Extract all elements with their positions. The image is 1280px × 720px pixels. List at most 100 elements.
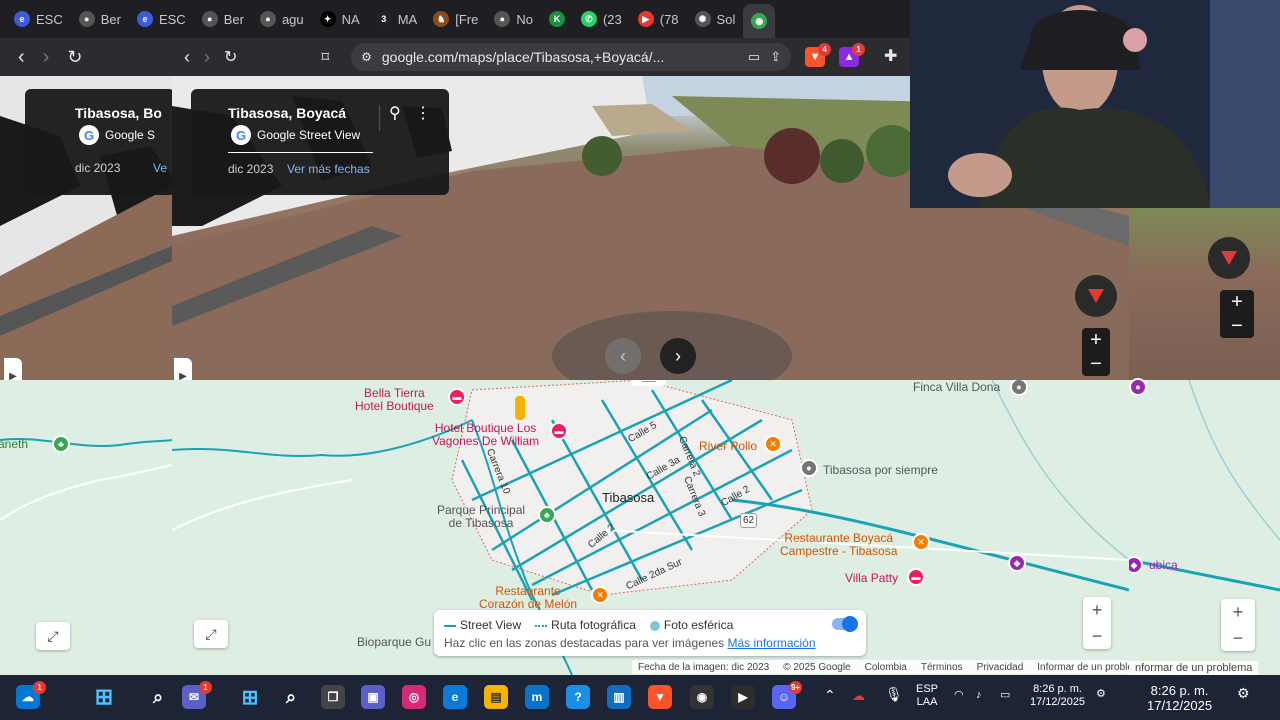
reload-icon[interactable]: ↻ bbox=[224, 47, 237, 67]
browser-tab[interactable]: 3 MA bbox=[368, 0, 426, 38]
tray-app-icon[interactable]: ☁ bbox=[852, 689, 865, 702]
left-street-view[interactable]: Tibasosa, Bo G Google S dic 2023 Ve bbox=[0, 76, 172, 380]
app-icon[interactable]: m bbox=[525, 685, 549, 709]
tray-overflow-icon[interactable]: ⌃ bbox=[824, 688, 836, 702]
browser-tab[interactable]: ◉ bbox=[743, 4, 776, 38]
brave-rewards-icon[interactable]: ▲ 1 bbox=[839, 43, 866, 67]
search-icon[interactable]: ⌕ bbox=[146, 685, 170, 709]
wifi-icon[interactable]: ◠ bbox=[954, 689, 964, 702]
zoom-out-button[interactable]: − bbox=[1231, 314, 1243, 338]
more-options-icon[interactable]: ⋮ bbox=[415, 103, 431, 123]
place-icon[interactable]: ● bbox=[800, 459, 818, 477]
restaurant-icon[interactable]: ✕ bbox=[764, 435, 782, 453]
word-icon[interactable]: ▥ bbox=[607, 685, 631, 709]
search-icon[interactable]: ⌕ bbox=[279, 685, 303, 709]
edge-icon[interactable]: e bbox=[443, 685, 467, 709]
battery-icon[interactable]: ▭ bbox=[1000, 689, 1010, 702]
task-view-icon[interactable]: ❐ bbox=[321, 685, 345, 709]
hotel-icon[interactable]: ▬ bbox=[550, 422, 568, 440]
forward-icon[interactable]: › bbox=[204, 47, 210, 68]
right-map[interactable]: ● ◆ ubica + − nformar de un problema bbox=[1129, 378, 1280, 675]
left-card-more[interactable]: Ve bbox=[153, 161, 167, 175]
collapse-map-button[interactable]: ⤢ bbox=[194, 620, 228, 648]
park-icon[interactable]: ♣ bbox=[52, 435, 70, 453]
chat-icon[interactable]: ✉ 1 bbox=[182, 681, 212, 709]
browser-tab[interactable]: ✆ (23 bbox=[573, 0, 630, 38]
map-zoom-out-button[interactable]: − bbox=[1233, 625, 1244, 651]
browser-tab[interactable]: ● No bbox=[486, 0, 541, 38]
browser-tab[interactable]: ● Ber bbox=[71, 0, 129, 38]
reload-icon[interactable]: ↻ bbox=[67, 47, 82, 68]
compass-icon[interactable] bbox=[1075, 275, 1117, 317]
park-icon[interactable]: ♣ bbox=[538, 506, 556, 524]
bookmark-icon[interactable]: ⌑ bbox=[321, 48, 329, 66]
browser-tab[interactable]: ✦ NA bbox=[312, 0, 368, 38]
hotel-icon[interactable]: ▬ bbox=[448, 388, 466, 406]
more-dates-link[interactable]: Ver más fechas bbox=[287, 162, 370, 176]
teams-icon[interactable]: ▣ bbox=[361, 685, 385, 709]
next-image-button[interactable]: › bbox=[660, 338, 696, 374]
discord-icon[interactable]: ☺ 9+ bbox=[772, 681, 802, 709]
left-map[interactable]: aneth ♣ ⤢ bbox=[0, 380, 172, 675]
file-explorer-icon[interactable]: ▤ bbox=[484, 685, 508, 709]
map-zoom-in-button[interactable]: + bbox=[1233, 599, 1244, 625]
clock[interactable]: 8:26 p. m. 17/12/2025 bbox=[1030, 683, 1085, 709]
location-pin-icon[interactable]: ⚲ bbox=[389, 103, 401, 123]
share-icon[interactable]: ⇪ bbox=[770, 49, 781, 65]
install-app-icon[interactable]: ▭ bbox=[748, 49, 760, 65]
right-report-link[interactable]: nformar de un problema bbox=[1135, 662, 1252, 674]
resize-handle[interactable] bbox=[632, 380, 666, 386]
site-settings-icon[interactable]: ⚙ bbox=[361, 50, 372, 64]
address-bar[interactable]: ⚙ google.com/maps/place/Tibasosa,+Boyacá… bbox=[351, 43, 792, 71]
start-icon[interactable]: ⊞ bbox=[90, 683, 118, 711]
back-icon[interactable]: ‹ bbox=[184, 47, 190, 68]
help-icon[interactable]: ? bbox=[566, 685, 590, 709]
zoom-in-button[interactable]: + bbox=[1231, 290, 1243, 314]
shopping-icon[interactable]: ◆ bbox=[1008, 554, 1026, 572]
coverage-map[interactable]: Bella Tierra Hotel Boutique ▬ Hotel Bout… bbox=[172, 380, 1129, 675]
place-icon[interactable]: ● bbox=[1129, 378, 1147, 396]
browser-tab[interactable]: e ESC bbox=[129, 0, 194, 38]
browser-tab[interactable]: ♞ [Fre bbox=[425, 0, 486, 38]
browser-tab[interactable]: ▶ (78 bbox=[630, 0, 687, 38]
report-link[interactable]: Informar de un problema bbox=[1037, 662, 1129, 673]
browser-tab[interactable]: ● Ber bbox=[194, 0, 252, 38]
start-icon-secondary[interactable]: ⊞ bbox=[238, 685, 262, 709]
right-street-view[interactable] bbox=[1129, 208, 1280, 380]
microphone-icon[interactable]: 🎙 bbox=[885, 687, 903, 701]
forward-icon[interactable]: › bbox=[43, 46, 50, 69]
restaurant-icon[interactable]: ✕ bbox=[912, 533, 930, 551]
brave-shields-icon[interactable]: ▼ 4 bbox=[805, 43, 832, 67]
privacy-link[interactable]: Privacidad bbox=[977, 662, 1024, 673]
hotel-icon[interactable]: ▬ bbox=[907, 568, 925, 586]
browser-tab[interactable]: ● agu bbox=[252, 0, 312, 38]
instagram-icon[interactable]: ◎ bbox=[402, 685, 426, 709]
compass-icon[interactable] bbox=[1208, 237, 1250, 279]
country-link[interactable]: Colombia bbox=[865, 662, 907, 673]
widgets-icon[interactable]: ☁ 1 bbox=[16, 681, 46, 709]
notifications-icon-secondary[interactable]: ⚙ bbox=[1237, 686, 1250, 700]
zoom-in-button[interactable]: + bbox=[1090, 328, 1102, 352]
restaurant-icon[interactable]: ✕ bbox=[591, 586, 609, 604]
browser-tab[interactable]: K bbox=[541, 0, 573, 38]
left-collapse-map-button[interactable]: ⤢ bbox=[36, 622, 70, 650]
volume-icon[interactable]: ♪ bbox=[976, 689, 982, 702]
browser-tab[interactable]: ✺ Sol bbox=[687, 0, 744, 38]
terms-link[interactable]: Términos bbox=[921, 662, 963, 673]
more-info-link[interactable]: Más información bbox=[728, 636, 816, 650]
notifications-icon[interactable]: ⚙ bbox=[1096, 688, 1106, 701]
brave-icon[interactable]: ▼ bbox=[648, 685, 672, 709]
input-language[interactable]: ESP LAA bbox=[916, 683, 938, 709]
map-zoom-out-button[interactable]: − bbox=[1092, 623, 1103, 649]
street-view-layer-toggle[interactable] bbox=[832, 616, 858, 632]
map-zoom-in-button[interactable]: + bbox=[1092, 597, 1103, 623]
pegman-icon[interactable] bbox=[515, 396, 525, 420]
clock-secondary[interactable]: 8:26 p. m. 17/12/2025 bbox=[1147, 683, 1212, 713]
extensions-icon[interactable]: ✚ bbox=[884, 46, 897, 66]
previous-image-button[interactable]: ‹ bbox=[605, 338, 641, 374]
media-player-icon[interactable]: ▶ bbox=[731, 685, 755, 709]
zoom-out-button[interactable]: − bbox=[1090, 352, 1102, 376]
back-icon[interactable]: ‹ bbox=[18, 46, 25, 69]
browser-tab[interactable]: e ESC bbox=[6, 0, 71, 38]
obs-icon[interactable]: ◉ bbox=[690, 685, 714, 709]
